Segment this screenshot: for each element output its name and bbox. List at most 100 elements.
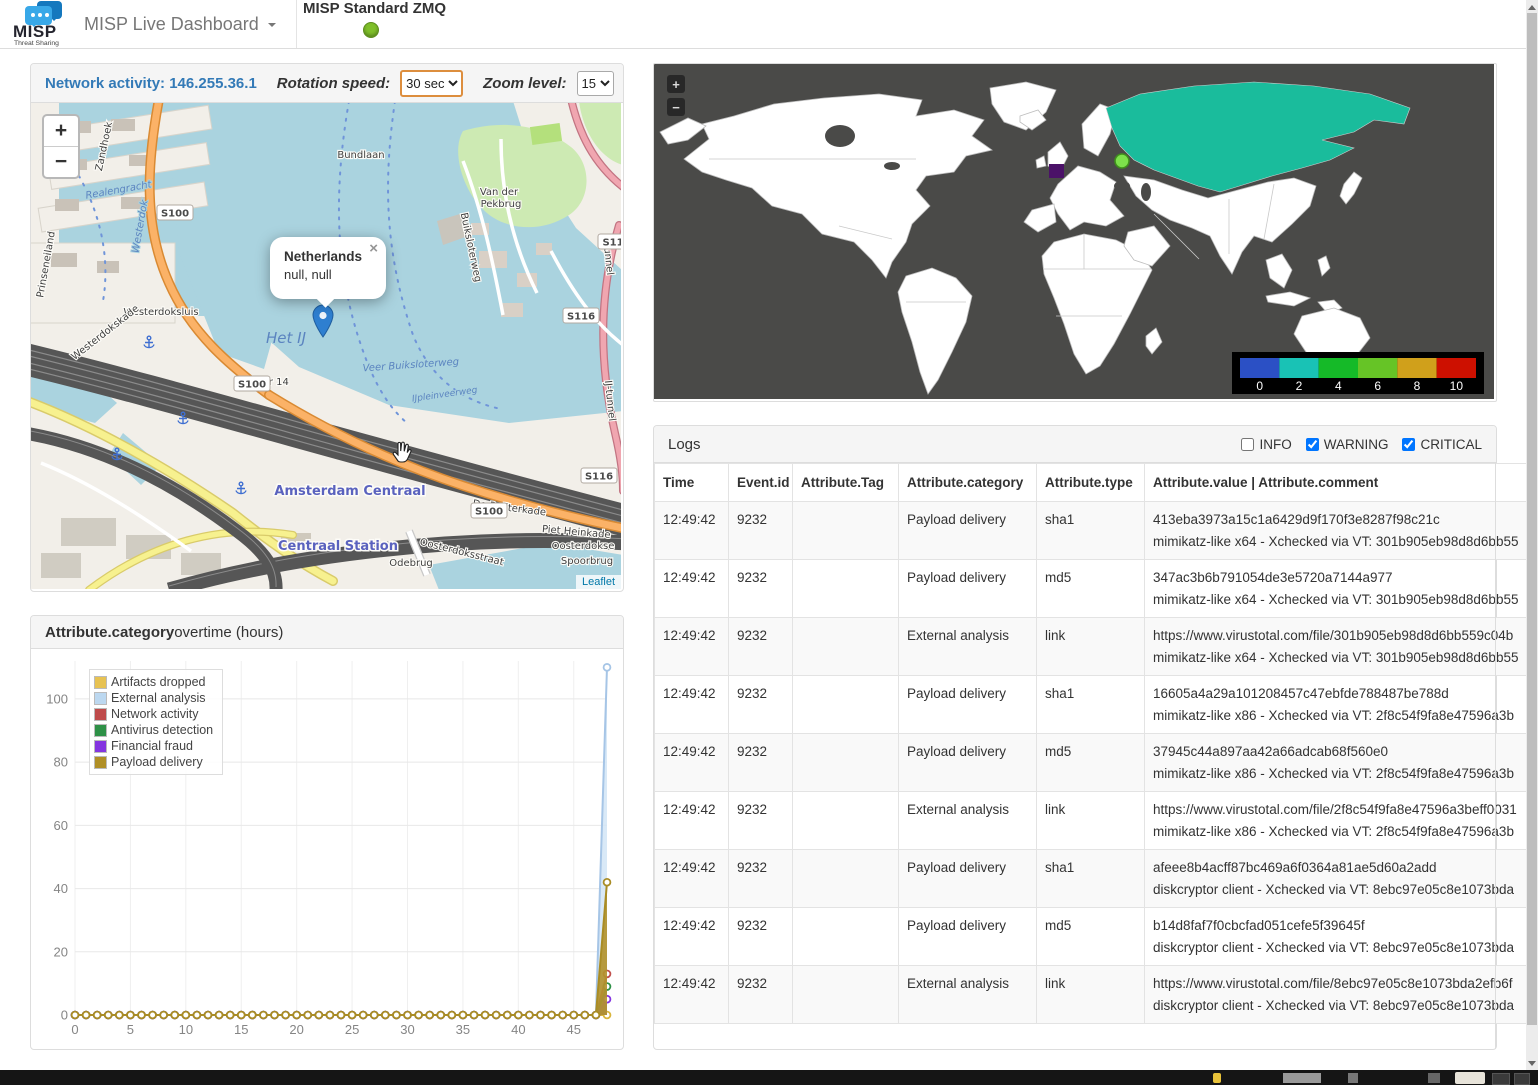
- zmq-status-dot: [363, 22, 379, 38]
- table-cell: 12:49:42: [655, 560, 729, 618]
- taskbar-item[interactable]: [1213, 1073, 1221, 1083]
- table-cell: Payload delivery: [899, 850, 1037, 908]
- critical-checkbox[interactable]: [1402, 438, 1415, 451]
- filter-label: CRITICAL: [1420, 437, 1482, 452]
- filter-label: WARNING: [1324, 437, 1389, 452]
- taskbar: [0, 1070, 1538, 1085]
- logs-panel-edge: [1495, 463, 1496, 1049]
- table-cell: md5: [1037, 908, 1145, 966]
- scrollbar-up-arrow[interactable]: [1526, 0, 1538, 13]
- table-cell: [793, 502, 899, 560]
- svg-text:6: 6: [1374, 379, 1381, 393]
- network-activity-link[interactable]: Network activity: 146.255.36.1: [45, 75, 257, 92]
- svg-text:60: 60: [54, 818, 68, 833]
- warning-checkbox[interactable]: [1306, 438, 1319, 451]
- taskbar-item[interactable]: [1348, 1073, 1358, 1083]
- series-payload-delivery: [72, 879, 611, 1019]
- table-cell: Payload delivery: [899, 676, 1037, 734]
- table-cell: [793, 908, 899, 966]
- svg-text:0: 0: [1256, 379, 1263, 393]
- scrollbar-thumb[interactable]: [1527, 13, 1537, 1025]
- table-cell: 12:49:42: [655, 676, 729, 734]
- leaflet-link[interactable]: Leaflet: [582, 576, 615, 588]
- network-activity-panel: Network activity: 146.255.36.1 Rotation …: [30, 63, 624, 592]
- world-zoom-in-button[interactable]: +: [667, 75, 685, 93]
- table-cell: 12:49:42: [655, 966, 729, 1024]
- table-cell: 9232: [729, 560, 793, 618]
- taskbar-item[interactable]: [1428, 1073, 1440, 1083]
- rotation-speed-select[interactable]: 30 sec: [400, 70, 463, 97]
- taskbar-item[interactable]: [1283, 1073, 1321, 1083]
- navbar: MISP Threat Sharing MISP Live Dashboard …: [0, 0, 1538, 49]
- filter-critical[interactable]: CRITICAL: [1402, 437, 1482, 452]
- zoom-level-label: Zoom level:: [483, 75, 566, 92]
- svg-text:8: 8: [1414, 379, 1421, 393]
- misp-logo[interactable]: MISP Threat Sharing: [13, 0, 75, 48]
- svg-text:10: 10: [1450, 379, 1464, 393]
- attribute-value: 347ac3b6b791054de3e5720a7144a977: [1153, 570, 1526, 585]
- table-cell: md5: [1037, 560, 1145, 618]
- dashboard-menu[interactable]: MISP Live Dashboard: [84, 0, 276, 48]
- table-cell: 9232: [729, 850, 793, 908]
- table-cell: Payload delivery: [899, 908, 1037, 966]
- table-cell: sha1: [1037, 502, 1145, 560]
- table-cell: sha1: [1037, 850, 1145, 908]
- table-row: 12:49:429232Payload deliverymd5b14d8faf7…: [655, 908, 1535, 966]
- info-checkbox[interactable]: [1241, 438, 1254, 451]
- dashboard-menu-label: MISP Live Dashboard: [84, 14, 259, 35]
- table-cell: 12:49:42: [655, 734, 729, 792]
- svg-text:S100: S100: [161, 209, 189, 220]
- map-zoom-in-button[interactable]: +: [44, 116, 78, 147]
- table-cell: Payload delivery: [899, 560, 1037, 618]
- svg-text:80: 80: [54, 755, 68, 770]
- world-map-panel[interactable]: 0246810 + −: [653, 63, 1497, 402]
- leaflet-map[interactable]: Het IJVeer BuiksloterwegWesterdokRealeng…: [31, 103, 621, 589]
- misp-dashboard-screen: MISP Threat Sharing MISP Live Dashboard …: [0, 0, 1538, 1085]
- table-row: 12:49:429232Payload deliverysha1413eba39…: [655, 502, 1535, 560]
- taskbar-item[interactable]: [1514, 1073, 1530, 1085]
- svg-text:30: 30: [400, 1022, 414, 1037]
- popup-title: Netherlands: [284, 249, 372, 264]
- svg-text:35: 35: [456, 1022, 470, 1037]
- svg-text:Spoorbrug: Spoorbrug: [561, 556, 613, 567]
- filter-info[interactable]: INFO: [1241, 437, 1291, 452]
- table-cell: 9232: [729, 502, 793, 560]
- legend-swatch: [94, 740, 107, 753]
- legend-item: Financial fraud: [94, 738, 213, 754]
- value-comment-cell: afeee8b4acff87bc469a6f0364a81ae5d60a2add…: [1145, 850, 1535, 908]
- legend-swatch: [94, 708, 107, 721]
- svg-text:20: 20: [289, 1022, 303, 1037]
- table-cell: 9232: [729, 618, 793, 676]
- chevron-down-icon: [268, 23, 276, 31]
- svg-text:0: 0: [71, 1022, 78, 1037]
- column-header: Time: [655, 464, 729, 502]
- filter-label: INFO: [1259, 437, 1291, 452]
- legend-label: Network activity: [111, 707, 199, 721]
- page-scrollbar[interactable]: [1526, 0, 1538, 1070]
- value-comment-cell: 347ac3b6b791054de3e5720a7144a977mimikatz…: [1145, 560, 1535, 618]
- event-marker-dot[interactable]: [1115, 154, 1129, 168]
- scrollbar-down-arrow[interactable]: [1526, 1057, 1538, 1070]
- svg-text:15: 15: [234, 1022, 248, 1037]
- table-row: 12:49:429232Payload deliverymd537945c44a…: [655, 734, 1535, 792]
- legend-item: Antivirus detection: [94, 722, 213, 738]
- svg-text:Amsterdam Centraal: Amsterdam Centraal: [274, 484, 425, 499]
- zoom-level-select[interactable]: 15: [577, 71, 614, 96]
- table-cell: [793, 734, 899, 792]
- chart-title-rest: overtime (hours): [174, 624, 283, 641]
- svg-text:40: 40: [54, 881, 68, 896]
- attribute-value: https://www.virustotal.com/file/301b905e…: [1153, 628, 1526, 643]
- taskbar-item[interactable]: [1455, 1072, 1485, 1084]
- taskbar-item[interactable]: [1492, 1073, 1510, 1085]
- table-cell: [793, 792, 899, 850]
- map-zoom-out-button[interactable]: −: [44, 147, 78, 177]
- popup-close-icon[interactable]: ×: [369, 241, 378, 256]
- popup-body: null, null: [284, 267, 386, 282]
- table-cell: 12:49:42: [655, 792, 729, 850]
- world-zoom-out-button[interactable]: −: [667, 98, 685, 116]
- country-netherlands-highlight[interactable]: [1049, 164, 1064, 178]
- filter-warning[interactable]: WARNING: [1306, 437, 1389, 452]
- legend-swatch: [94, 676, 107, 689]
- table-cell: [793, 676, 899, 734]
- navbar-divider: [296, 0, 297, 48]
